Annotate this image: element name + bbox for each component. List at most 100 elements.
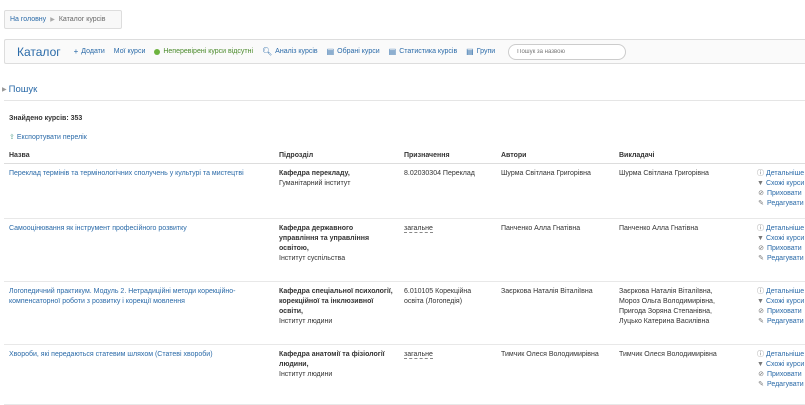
- favorite-courses-link[interactable]: ▤ Обрані курси: [326, 46, 380, 56]
- breadcrumb-home-link[interactable]: На головну: [10, 16, 46, 23]
- column-header-department[interactable]: Підрозділ: [274, 148, 399, 164]
- pencil-icon: ✎: [758, 254, 764, 262]
- hide-label: Приховати: [767, 244, 802, 252]
- filter-icon: ▼: [757, 234, 764, 242]
- department-name: Кафедра спеціальної психології, корекцій…: [279, 287, 393, 315]
- info-icon: ⓘ: [757, 169, 764, 177]
- unverified-courses-label: Неперевірені курси відсутні: [163, 48, 253, 55]
- my-courses-link[interactable]: Мої курси: [114, 48, 146, 55]
- add-course-label: Додати: [81, 48, 105, 55]
- details-label: Детальніше: [766, 287, 805, 295]
- filter-icon: ▼: [757, 179, 764, 187]
- similar-courses-label: Схожі курси: [765, 234, 805, 242]
- purpose-text: загальне: [404, 350, 433, 359]
- table-header-row: Назва Підрозділ Призначення Автори Викла…: [4, 148, 805, 164]
- authors-text: Тимчик Олеся Володимирівна: [501, 350, 599, 358]
- table-row: Логопедичний практикум. Модуль 2. Нетрад…: [4, 281, 805, 345]
- add-course-button[interactable]: + Додати: [73, 46, 105, 56]
- filter-icon: ▼: [757, 297, 764, 305]
- breadcrumb: На головну ▶ Каталог курсів: [4, 10, 122, 29]
- column-header-authors[interactable]: Автори: [496, 148, 614, 164]
- pencil-icon: ✎: [758, 199, 764, 207]
- export-list-label: Експортувати перелік: [16, 133, 87, 141]
- info-icon: ⓘ: [757, 224, 764, 232]
- edit-link[interactable]: ✎ Редагувати: [757, 317, 804, 327]
- course-analysis-link[interactable]: 🔍︎ Аналіз курсів: [262, 46, 318, 56]
- hide-icon: ⊘: [758, 307, 764, 315]
- magnifier-icon: 🔍︎: [262, 46, 273, 56]
- divider: [4, 100, 805, 101]
- edit-link[interactable]: ✎ Редагувати: [757, 199, 804, 209]
- similar-courses-label: Схожі курси: [765, 360, 805, 368]
- column-header-actions: [752, 148, 805, 164]
- column-header-name[interactable]: Назва: [4, 148, 274, 164]
- purpose-text: 6.010105 Корекційна освіта (Логопедія): [404, 287, 472, 305]
- teacher-name: Луцько Катерина Василівна: [619, 317, 710, 325]
- unverified-courses-link[interactable]: Неперевірені курси відсутні: [154, 48, 253, 55]
- teacher-name: Панченко Алла Гнатівна: [619, 224, 699, 232]
- edit-link[interactable]: ✎ Редагувати: [757, 380, 804, 390]
- institute-name: Гуманітарний інститут: [279, 179, 351, 187]
- course-stats-link[interactable]: ▤ Статистика курсів: [388, 46, 458, 56]
- favorite-courses-label: Обрані курси: [337, 48, 380, 55]
- similar-courses-label: Схожі курси: [765, 297, 805, 305]
- folder-icon: ▤: [388, 46, 397, 56]
- folder-icon: ▤: [326, 46, 335, 56]
- department-name: Кафедра анатомії та фізіології людини,: [279, 350, 385, 368]
- pencil-icon: ✎: [758, 317, 764, 325]
- details-label: Детальніше: [766, 350, 805, 358]
- details-link[interactable]: ⓘ Детальніше: [757, 224, 804, 234]
- search-input[interactable]: [508, 43, 627, 60]
- hide-icon: ⊘: [758, 189, 764, 197]
- edit-label: Редагувати: [767, 254, 804, 262]
- edit-label: Редагувати: [767, 380, 804, 388]
- edit-label: Редагувати: [767, 317, 804, 325]
- plus-icon: +: [73, 46, 79, 56]
- course-name-link[interactable]: Самооцінювання як інструмент професійног…: [9, 225, 187, 232]
- details-link[interactable]: ⓘ Детальніше: [757, 350, 804, 360]
- institute-name: Інститут людини: [279, 370, 333, 378]
- catalog-title[interactable]: Каталог: [17, 45, 61, 59]
- details-link[interactable]: ⓘ Детальніше: [757, 169, 804, 179]
- teacher-name: Пригода Зоряна Степанівна,: [619, 307, 712, 315]
- table-row: Переклад термінів та термінологічних спо…: [4, 163, 805, 219]
- teacher-name: Шурма Світлана Григорівна: [619, 169, 709, 177]
- export-list-link[interactable]: ⇪ Експортувати перелік: [9, 133, 87, 142]
- course-name-link[interactable]: Хвороби, які передаються статевим шляхом…: [9, 351, 213, 358]
- table-row: Самооцінювання як інструмент професійног…: [4, 218, 805, 282]
- info-icon: ⓘ: [757, 287, 764, 295]
- purpose-text: 8.02030304 Переклад: [404, 169, 475, 177]
- hide-link[interactable]: ⊘ Приховати: [757, 189, 804, 199]
- similar-courses-link[interactable]: ▼ Схожі курси: [757, 297, 804, 307]
- folder-icon: ▤: [466, 46, 474, 56]
- institute-name: Інститут суспільства: [279, 254, 346, 262]
- similar-courses-link[interactable]: ▼ Схожі курси: [757, 179, 804, 189]
- column-header-purpose[interactable]: Призначення: [399, 148, 496, 164]
- details-link[interactable]: ⓘ Детальніше: [757, 287, 804, 297]
- teacher-name: Мороз Ольга Володимирівна,: [619, 297, 715, 305]
- search-section-toggle[interactable]: ▶ Пошук: [2, 84, 37, 95]
- filter-icon: ▼: [757, 360, 764, 368]
- column-header-teachers[interactable]: Викладачі: [614, 148, 752, 164]
- catalog-toolbar: Каталог + Додати Мої курси Неперевірені …: [4, 39, 805, 64]
- caret-right-icon: ▶: [2, 87, 7, 93]
- info-icon: ⓘ: [757, 350, 764, 358]
- hide-link[interactable]: ⊘ Приховати: [757, 244, 804, 254]
- course-name-link[interactable]: Логопедичний практикум. Модуль 2. Нетрад…: [9, 288, 236, 305]
- hide-link[interactable]: ⊘ Приховати: [757, 370, 804, 380]
- edit-link[interactable]: ✎ Редагувати: [757, 254, 804, 264]
- groups-link[interactable]: ▤ Групи: [466, 46, 496, 56]
- export-icon: ⇪: [9, 134, 15, 141]
- purpose-text: загальне: [404, 224, 433, 233]
- similar-courses-link[interactable]: ▼ Схожі курси: [757, 234, 804, 244]
- hide-link[interactable]: ⊘ Приховати: [757, 307, 804, 317]
- hide-label: Приховати: [767, 307, 802, 315]
- breadcrumb-current: Каталог курсів: [58, 16, 106, 23]
- edit-label: Редагувати: [767, 199, 804, 207]
- similar-courses-link[interactable]: ▼ Схожі курси: [757, 360, 804, 370]
- results-count: Знайдено курсів: 353: [9, 115, 83, 122]
- course-name-link[interactable]: Переклад термінів та термінологічних спо…: [9, 170, 244, 177]
- groups-label: Групи: [476, 48, 496, 55]
- hide-label: Приховати: [767, 370, 802, 378]
- course-analysis-label: Аналіз курсів: [275, 48, 318, 55]
